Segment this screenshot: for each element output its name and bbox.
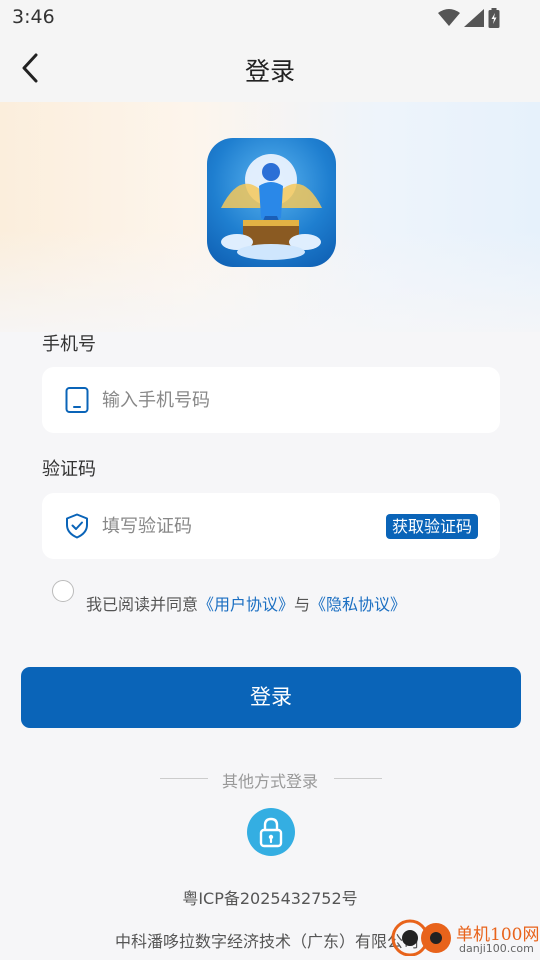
watermark-logo-icon bbox=[391, 919, 451, 956]
other-login-divider: 其他方式登录 bbox=[160, 768, 382, 791]
agreement-text: 我已阅读并同意《用户协议》与《隐私协议》 bbox=[86, 591, 406, 615]
phone-label: 手机号 bbox=[42, 334, 96, 355]
code-input[interactable] bbox=[102, 493, 402, 559]
code-field[interactable]: 获取验证码 bbox=[42, 493, 500, 559]
get-code-button[interactable]: 获取验证码 bbox=[385, 514, 478, 539]
agreement-checkbox[interactable] bbox=[52, 580, 74, 602]
alt-login-button[interactable] bbox=[247, 808, 295, 856]
icp-text: 粤ICP备2025432752号 bbox=[182, 889, 358, 908]
wifi-icon bbox=[438, 9, 460, 26]
status-icons bbox=[438, 8, 500, 28]
login-button[interactable]: 登录 bbox=[21, 667, 521, 728]
agreement-prefix: 我已阅读并同意 bbox=[86, 595, 199, 614]
divider-line-right bbox=[334, 778, 382, 779]
signal-icon bbox=[464, 9, 484, 27]
other-login-label: 其他方式登录 bbox=[222, 772, 319, 791]
lock-icon bbox=[259, 817, 283, 848]
app-logo bbox=[207, 138, 336, 267]
agreement-connector: 与 bbox=[294, 595, 311, 614]
user-agreement-link[interactable]: 《用户协议》 bbox=[198, 595, 294, 614]
status-bar: 3:46 bbox=[0, 0, 540, 36]
phone-input[interactable] bbox=[102, 367, 402, 433]
watermark-url: danji100.com bbox=[459, 942, 534, 955]
status-time: 3:46 bbox=[12, 6, 55, 28]
divider-line-left bbox=[160, 778, 208, 779]
phone-icon bbox=[65, 387, 89, 413]
app-logo-art bbox=[221, 154, 322, 260]
shield-check-icon bbox=[66, 513, 88, 539]
header: 登录 bbox=[0, 36, 540, 102]
page-title: 登录 bbox=[244, 57, 295, 86]
phone-field[interactable] bbox=[42, 367, 500, 433]
privacy-agreement-link[interactable]: 《隐私协议》 bbox=[310, 595, 406, 614]
company-name: 中科潘哆拉数字经济技术（广东）有限公司 bbox=[115, 932, 420, 951]
battery-icon bbox=[488, 8, 500, 28]
code-label: 验证码 bbox=[42, 459, 96, 480]
